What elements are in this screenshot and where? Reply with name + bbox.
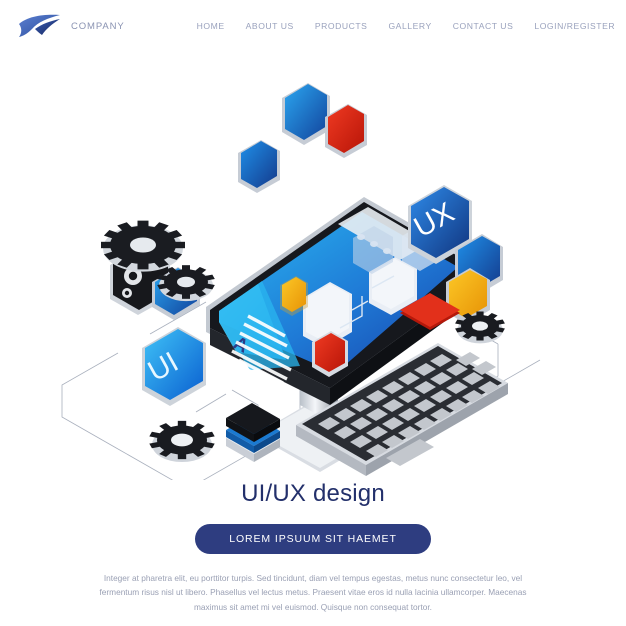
nav-item-login-register[interactable]: LOGIN/REGISTER [534,21,615,31]
page-title: UI/UX design [241,480,385,507]
gear-large-icon [101,220,185,272]
brand-logo[interactable]: COMPANY [18,13,125,39]
nav-item-products[interactable]: PRODUCTS [315,21,368,31]
wing-logo-icon [18,13,62,39]
hero-footer: UI/UX design LOREM IPSUUM SIT HAEMET Int… [0,480,626,614]
site-header: COMPANY HOME ABOUT US PRODUCTS GALLERY C… [0,0,626,52]
hero-illustration: A [0,60,626,480]
nav-item-about-us[interactable]: ABOUT US [246,21,294,31]
gear-small-left-icon [149,420,215,463]
layer-stack-icon [226,403,280,462]
floating-tile-blue-left [238,140,280,193]
nav-item-contact-us[interactable]: CONTACT US [453,21,514,31]
nav-item-home[interactable]: HOME [197,21,225,31]
body-copy: Integer at pharetra elit, eu porttitor t… [99,573,527,612]
ui-badge: UI [142,327,206,406]
brand-name: COMPANY [71,20,125,32]
floating-tile-red-top [325,104,367,158]
floating-tile-blue-top [282,83,330,145]
cta-container: LOREM IPSUUM SIT HAEMET [0,524,626,554]
isometric-scene: A [61,83,541,480]
main-navigation: HOME ABOUT US PRODUCTS GALLERY CONTACT U… [197,21,615,31]
nav-item-gallery[interactable]: GALLERY [388,21,431,31]
cta-button[interactable]: LOREM IPSUUM SIT HAEMET [195,524,431,554]
